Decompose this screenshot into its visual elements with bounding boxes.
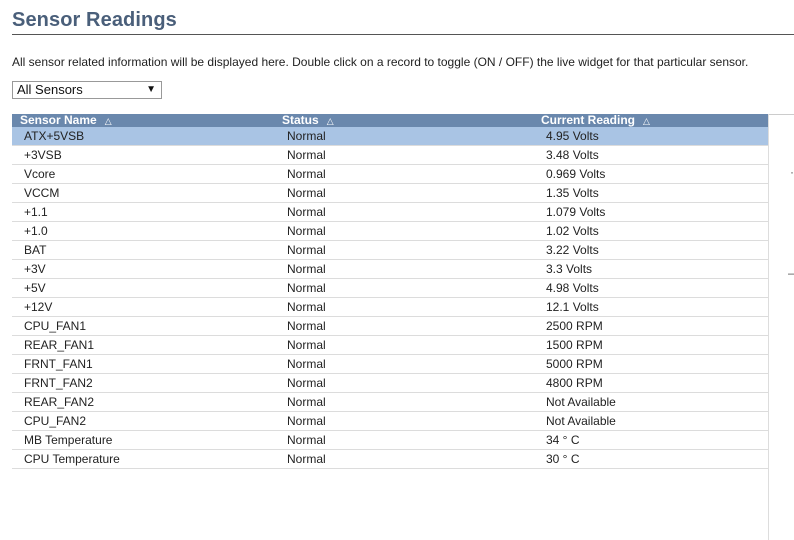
column-header-status[interactable]: Status △ — [282, 114, 334, 128]
title-divider — [12, 34, 794, 35]
table-row[interactable]: +5V Normal 4.98 Volts — [12, 279, 768, 298]
current-reading-cell: 34 ° C — [546, 433, 580, 447]
current-reading-cell: 1.02 Volts — [546, 224, 599, 238]
table-row[interactable]: +12V Normal 12.1 Volts — [12, 298, 768, 317]
status-cell: Normal — [287, 167, 326, 181]
table-row[interactable]: CPU Temperature Normal 30 ° C — [12, 450, 768, 469]
sensor-name-cell: ATX+5VSB — [24, 129, 85, 143]
status-cell: Normal — [287, 319, 326, 333]
table-row[interactable]: ATX+5VSB Normal 4.95 Volts — [12, 127, 768, 146]
column-header-label: Sensor Name — [20, 113, 97, 127]
current-reading-cell: 3.22 Volts — [546, 243, 599, 257]
current-reading-cell: 4.98 Volts — [546, 281, 599, 295]
table-row[interactable]: FRNT_FAN1 Normal 5000 RPM — [12, 355, 768, 374]
status-cell: Normal — [287, 300, 326, 314]
current-reading-cell: 1.35 Volts — [546, 186, 599, 200]
status-cell: Normal — [287, 205, 326, 219]
current-reading-cell: 5000 RPM — [546, 357, 603, 371]
column-header-sensor-name[interactable]: Sensor Name △ — [20, 114, 112, 128]
sensor-name-cell: +3VSB — [24, 148, 62, 162]
page-description: All sensor related information will be d… — [12, 55, 749, 69]
table-row[interactable]: MB Temperature Normal 34 ° C — [12, 431, 768, 450]
status-cell: Normal — [287, 129, 326, 143]
status-cell: Normal — [287, 148, 326, 162]
table-row[interactable]: CPU_FAN1 Normal 2500 RPM — [12, 317, 768, 336]
sensor-name-cell: REAR_FAN2 — [24, 395, 95, 409]
panel-divider — [768, 114, 769, 540]
current-reading-cell: 4800 RPM — [546, 376, 603, 390]
panel-header-edge — [769, 114, 794, 115]
current-reading-cell: 30 ° C — [546, 452, 580, 466]
current-reading-cell: 1.079 Volts — [546, 205, 606, 219]
current-reading-cell: 2500 RPM — [546, 319, 603, 333]
sensor-name-cell: +5V — [24, 281, 46, 295]
table-row[interactable]: FRNT_FAN2 Normal 4800 RPM — [12, 374, 768, 393]
table-row[interactable]: +3VSB Normal 3.48 Volts — [12, 146, 768, 165]
sensor-name-cell: +1.0 — [24, 224, 48, 238]
status-cell: Normal — [287, 433, 326, 447]
current-reading-cell: 4.95 Volts — [546, 129, 599, 143]
grid-body: ATX+5VSB Normal 4.95 Volts +3VSB Normal 3.48 … — [12, 127, 768, 469]
column-header-label: Status — [282, 113, 319, 127]
status-cell: Normal — [287, 243, 326, 257]
sensor-name-cell: CPU_FAN1 — [24, 319, 87, 333]
current-reading-cell: 1500 RPM — [546, 338, 603, 352]
sensor-name-cell: FRNT_FAN1 — [24, 357, 93, 371]
page-title: Sensor Readings — [12, 9, 177, 31]
sensor-name-cell: Vcore — [24, 167, 56, 181]
status-cell: Normal — [287, 338, 326, 352]
grid-header: Sensor Name △ Status △ Current Reading △ — [12, 114, 768, 127]
table-row[interactable]: BAT Normal 3.22 Volts — [12, 241, 768, 260]
edge-fragment-mark: – — [788, 266, 794, 280]
sensor-name-cell: REAR_FAN1 — [24, 338, 95, 352]
table-row[interactable]: +3V Normal 3.3 Volts — [12, 260, 768, 279]
current-reading-cell: Not Available — [546, 414, 616, 428]
status-cell: Normal — [287, 414, 326, 428]
status-cell: Normal — [287, 186, 326, 200]
table-row[interactable]: Vcore Normal 0.969 Volts — [12, 165, 768, 184]
sensor-filter-value: All Sensors — [17, 82, 83, 97]
status-cell: Normal — [287, 224, 326, 238]
status-cell: Normal — [287, 376, 326, 390]
status-cell: Normal — [287, 262, 326, 276]
status-cell: Normal — [287, 395, 326, 409]
current-reading-cell: 12.1 Volts — [546, 300, 599, 314]
status-cell: Normal — [287, 452, 326, 466]
sensor-name-cell: +3V — [24, 262, 46, 276]
sensor-name-cell: VCCM — [24, 186, 60, 200]
sensor-name-cell: +1.1 — [24, 205, 48, 219]
sensor-name-cell: CPU Temperature — [24, 452, 120, 466]
current-reading-cell: 3.3 Volts — [546, 262, 593, 276]
column-header-label: Current Reading — [541, 113, 636, 127]
edge-fragment-mark: · — [790, 165, 794, 179]
table-row[interactable]: REAR_FAN1 Normal 1500 RPM — [12, 336, 768, 355]
sensor-name-cell: CPU_FAN2 — [24, 414, 87, 428]
sensor-filter-select[interactable]: All Sensors ▼ — [12, 81, 162, 99]
current-reading-cell: Not Available — [546, 395, 616, 409]
status-cell: Normal — [287, 281, 326, 295]
table-row[interactable]: +1.0 Normal 1.02 Volts — [12, 222, 768, 241]
sensor-name-cell: +12V — [24, 300, 53, 314]
status-cell: Normal — [287, 357, 326, 371]
sensor-grid: Sensor Name △ Status △ Current Reading △ AT… — [12, 114, 768, 469]
current-reading-cell: 3.48 Volts — [546, 148, 599, 162]
table-row[interactable]: +1.1 Normal 1.079 Volts — [12, 203, 768, 222]
table-row[interactable]: REAR_FAN2 Normal Not Available — [12, 393, 768, 412]
table-row[interactable]: CPU_FAN2 Normal Not Available — [12, 412, 768, 431]
sensor-name-cell: BAT — [24, 243, 47, 257]
current-reading-cell: 0.969 Volts — [546, 167, 606, 181]
dropdown-arrow-icon: ▼ — [146, 84, 156, 95]
sensor-name-cell: FRNT_FAN2 — [24, 376, 93, 390]
column-header-current-reading[interactable]: Current Reading △ — [541, 114, 650, 128]
edge-link-fragment[interactable] — [788, 297, 790, 311]
table-row[interactable]: VCCM Normal 1.35 Volts — [12, 184, 768, 203]
sensor-name-cell: MB Temperature — [24, 433, 113, 447]
